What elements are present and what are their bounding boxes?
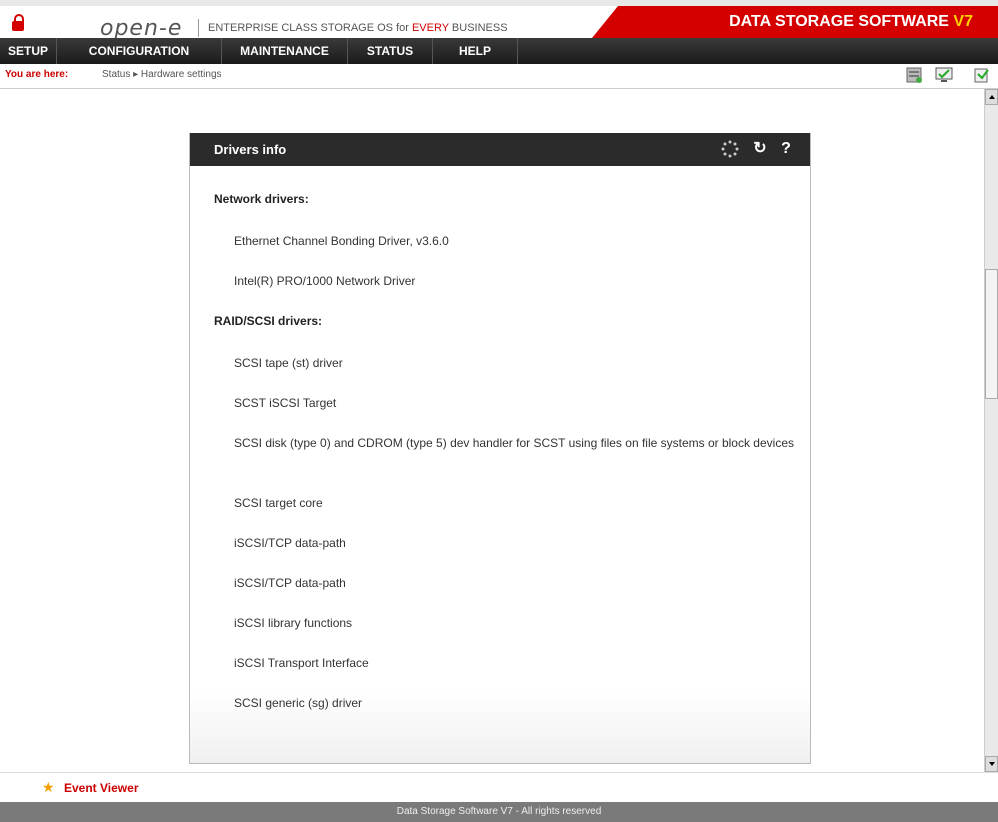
logo-divider — [198, 19, 199, 37]
breadcrumb-label: You are here: — [5, 69, 69, 80]
driver-item: SCSI generic (sg) driver — [234, 696, 363, 710]
driver-item: iSCSI Transport Interface — [234, 656, 369, 670]
scrollbar-thumb[interactable] — [985, 269, 998, 399]
driver-item: SCST iSCSI Target — [234, 396, 337, 410]
menu-configuration[interactable]: CONFIGURATION — [57, 38, 222, 64]
menu-maintenance[interactable]: MAINTENANCE — [222, 38, 348, 64]
menu-setup[interactable]: SETUP — [0, 38, 57, 64]
breadcrumb-path: Status ▸ Hardware settings — [102, 69, 222, 80]
brand-title: DATA STORAGE SOFTWARE V7 — [729, 13, 973, 31]
top-header: open-e ENTERPRISE CLASS STORAGE OS for E… — [0, 0, 998, 41]
tagline: ENTERPRISE CLASS STORAGE OS for EVERY BU… — [208, 22, 508, 34]
section-title-raid-scsi: RAID/SCSI drivers: — [214, 314, 323, 328]
event-viewer-link[interactable]: Event Viewer — [64, 781, 138, 795]
tagline-suffix: BUSINESS — [448, 22, 508, 34]
tagline-prefix: ENTERPRISE CLASS STORAGE OS for — [208, 22, 412, 34]
panel-body: Network drivers: Ethernet Channel Bondin… — [190, 166, 810, 763]
panel-title: Drivers info — [214, 142, 287, 157]
driver-item: iSCSI library functions — [234, 616, 353, 630]
scroll-up-arrow-icon[interactable] — [985, 89, 998, 105]
menu-status[interactable]: STATUS — [348, 38, 433, 64]
tagline-highlight: EVERY — [411, 22, 449, 34]
section-title-network: Network drivers: — [214, 192, 309, 206]
brand-banner: DATA STORAGE SOFTWARE V7 — [592, 6, 998, 38]
vertical-scrollbar[interactable] — [984, 89, 998, 772]
drivers-info-panel: Drivers info ↻ ? Network drivers: Ethern… — [189, 133, 811, 764]
event-viewer-bar: ★ Event Viewer — [0, 772, 998, 803]
driver-item: Intel(R) PRO/1000 Network Driver — [234, 274, 416, 288]
driver-item: SCSI target core — [234, 496, 323, 510]
help-icon[interactable]: ? — [776, 139, 796, 159]
menu-help[interactable]: HELP — [433, 38, 518, 64]
brand-version: V7 — [953, 13, 973, 30]
scroll-down-arrow-icon[interactable] — [985, 756, 998, 772]
breadcrumb: You are here: Status ▸ Hardware settings — [0, 64, 998, 89]
brand-main: DATA STORAGE SOFTWARE — [729, 13, 954, 30]
panel-header: Drivers info ↻ ? — [190, 133, 810, 166]
main-menu: SETUP CONFIGURATION MAINTENANCE STATUS H… — [0, 38, 998, 64]
panel-tools: ↻ ? — [720, 139, 800, 161]
refresh-icon[interactable]: ↻ — [750, 139, 770, 159]
info-icon[interactable] — [972, 66, 992, 84]
server-info-icon[interactable] — [904, 66, 924, 84]
loading-icon — [721, 140, 739, 158]
main-content: Drivers info ↻ ? Network drivers: Ethern… — [0, 89, 998, 772]
star-icon: ★ — [42, 779, 55, 795]
driver-item: SCSI tape (st) driver — [234, 356, 343, 370]
driver-item: Ethernet Channel Bonding Driver, v3.6.0 — [234, 234, 449, 248]
driver-item: SCSI disk (type 0) and CDROM (type 5) de… — [234, 436, 794, 450]
lock-icon[interactable] — [12, 14, 24, 31]
driver-item: iSCSI/TCP data-path — [234, 576, 346, 590]
footer: Data Storage Software V7 - All rights re… — [0, 802, 998, 822]
footer-text: Data Storage Software V7 - All rights re… — [396, 806, 602, 817]
driver-item: iSCSI/TCP data-path — [234, 536, 346, 550]
monitor-icon[interactable] — [934, 66, 954, 84]
